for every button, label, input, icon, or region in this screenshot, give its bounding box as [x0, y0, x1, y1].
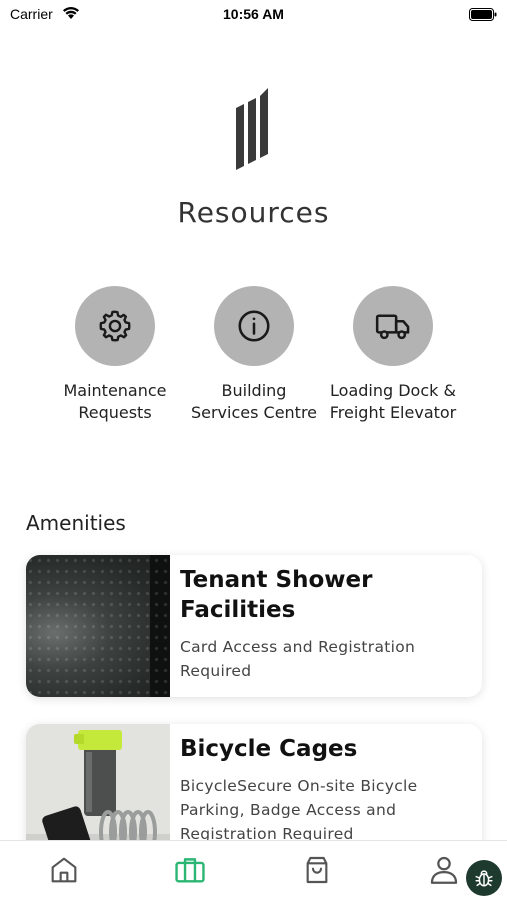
card-description: BicycleSecure On-site Bicycle Parking, B…	[180, 777, 418, 843]
striped-bars-logo	[236, 88, 268, 170]
person-icon	[430, 856, 458, 884]
card-title: Tenant Shower Facilities	[180, 567, 373, 623]
action-label: Building Services Centre	[190, 381, 318, 422]
briefcase-icon	[175, 858, 205, 883]
gear-icon	[99, 310, 131, 342]
info-icon	[238, 310, 270, 342]
action-label: Loading Dock & Freight Elevator	[329, 381, 457, 422]
action-circle[interactable]	[353, 286, 433, 366]
status-bar: Carrier 10:56 AM	[0, 0, 507, 30]
action-circle[interactable]	[214, 286, 294, 366]
amenities-heading: Amenities	[26, 511, 126, 535]
debug-button[interactable]	[466, 860, 502, 896]
loading-dock-button[interactable]: Loading Dock & Freight Elevator	[323, 286, 463, 424]
building-services-button[interactable]: Building Services Centre	[184, 286, 324, 424]
wet-glass-photo	[26, 555, 170, 697]
shopping-bag-icon	[306, 856, 328, 884]
tab-shop[interactable]	[300, 853, 334, 887]
clock: 10:56 AM	[223, 6, 284, 22]
tab-bar	[0, 840, 507, 900]
tab-home[interactable]	[47, 853, 81, 887]
tab-profile[interactable]	[427, 853, 461, 887]
truck-icon	[375, 314, 410, 340]
card-body: Bicycle Cages BicycleSecure On-site Bicy…	[180, 734, 470, 846]
amenity-card-shower[interactable]: Tenant Shower Facilities Card Access and…	[26, 555, 482, 697]
bug-icon	[475, 870, 493, 887]
tab-resources[interactable]	[173, 853, 207, 887]
card-body: Tenant Shower Facilities Card Access and…	[180, 565, 470, 683]
page-title: Resources	[177, 196, 330, 229]
action-circle[interactable]	[75, 286, 155, 366]
home-icon	[51, 857, 77, 883]
maintenance-requests-button[interactable]: Maintenance Requests	[45, 286, 185, 424]
resource-actions: Maintenance Requests Building Services C…	[0, 286, 507, 436]
battery-icon	[469, 8, 497, 21]
card-title: Bicycle Cages	[180, 736, 358, 762]
card-description: Card Access and Registration Required	[180, 638, 416, 680]
action-label: Maintenance Requests	[63, 381, 167, 422]
